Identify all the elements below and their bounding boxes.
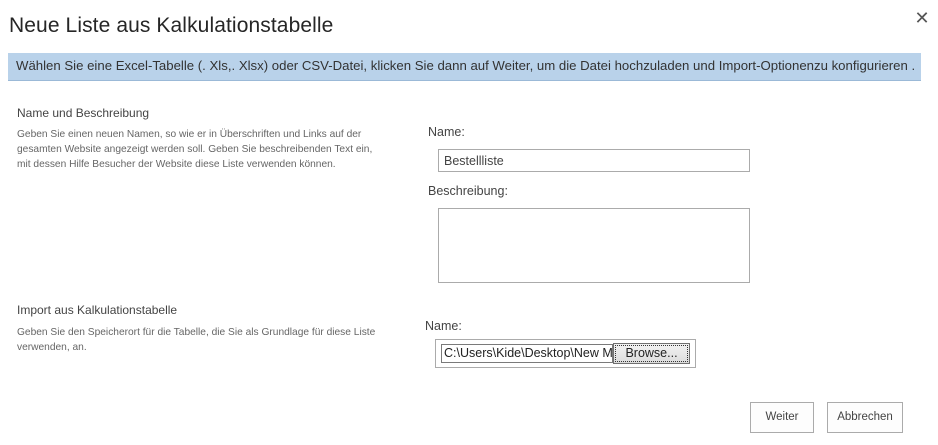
name-input[interactable] [438, 149, 750, 172]
dialog-title: Neue Liste aus Kalkulationstabelle [9, 14, 334, 37]
file-path-field[interactable]: C:\Users\Kide\Desktop\New Microsoft Exce… [441, 344, 613, 363]
name-label: Name: [428, 125, 465, 139]
close-icon[interactable]: ✕ [914, 9, 930, 27]
name-section-description: Geben Sie einen neuen Namen, so wie er i… [17, 129, 373, 170]
import-section-title: Import aus Kalkulationstabelle [17, 303, 178, 317]
file-upload-control[interactable]: C:\Users\Kide\Desktop\New Microsoft Exce… [435, 339, 696, 368]
cancel-button[interactable]: Abbrechen [827, 402, 903, 433]
description-textarea[interactable] [438, 208, 750, 283]
browse-button[interactable]: Browse... [613, 343, 690, 364]
import-section-description: Geben Sie den Speicherort für die Tabell… [17, 327, 376, 353]
info-text: Wählen Sie eine Excel-Tabelle (. Xls,. X… [16, 58, 916, 73]
file-label: Name: [425, 319, 462, 333]
next-button[interactable]: Weiter [750, 402, 814, 433]
info-bar: Wählen Sie eine Excel-Tabelle (. Xls,. X… [8, 53, 921, 81]
description-label: Beschreibung: [428, 184, 508, 198]
name-section-title: Name und Beschreibung [17, 106, 150, 120]
